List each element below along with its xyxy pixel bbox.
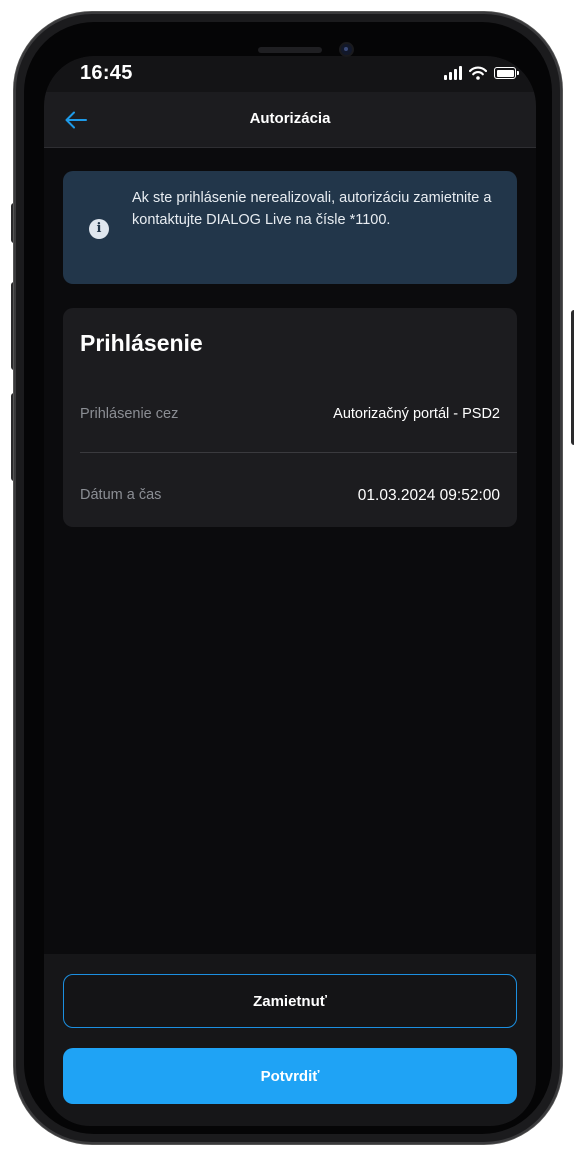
- app-screen: 16:45 Autorizácia i Ak ste prihlásenie n…: [44, 56, 536, 1126]
- detail-value: Autorizačný portál - PSD2: [333, 406, 500, 422]
- navigation-bar: Autorizácia: [44, 92, 536, 148]
- status-bar: 16:45: [44, 56, 536, 92]
- info-message: Ak ste prihlásenie nerealizovali, autori…: [132, 190, 492, 228]
- detail-label: Dátum a čas: [80, 487, 162, 503]
- detail-label: Prihlásenie cez: [80, 406, 179, 422]
- confirm-button[interactable]: Potvrdiť: [63, 1048, 517, 1104]
- detail-value: 01.03.2024 09:52:00: [357, 487, 500, 504]
- detail-row-date-time: Dátum a čas 01.03.2024 09:52:00: [80, 487, 500, 509]
- login-details-card: Prihlásenie Prihlásenie cez Autorizačný …: [63, 308, 517, 527]
- detail-row-login-via: Prihlásenie cez Autorizačný portál - PSD…: [80, 406, 500, 428]
- signal-icon: [444, 66, 462, 80]
- status-icons: [444, 66, 519, 80]
- info-icon: i: [89, 219, 109, 239]
- reject-button[interactable]: Zamietnuť: [63, 974, 517, 1028]
- card-title: Prihlásenie: [80, 330, 203, 356]
- row-divider: [80, 452, 517, 453]
- page-title: Autorizácia: [249, 110, 331, 127]
- front-camera: [341, 44, 352, 55]
- info-banner: i Ak ste prihlásenie nerealizovali, auto…: [63, 171, 517, 284]
- earpiece-speaker: [258, 47, 322, 53]
- status-time: 16:45: [80, 62, 133, 84]
- wifi-icon: [469, 66, 487, 80]
- action-area: Zamietnuť Potvrdiť: [44, 954, 536, 1126]
- battery-icon: [494, 67, 519, 79]
